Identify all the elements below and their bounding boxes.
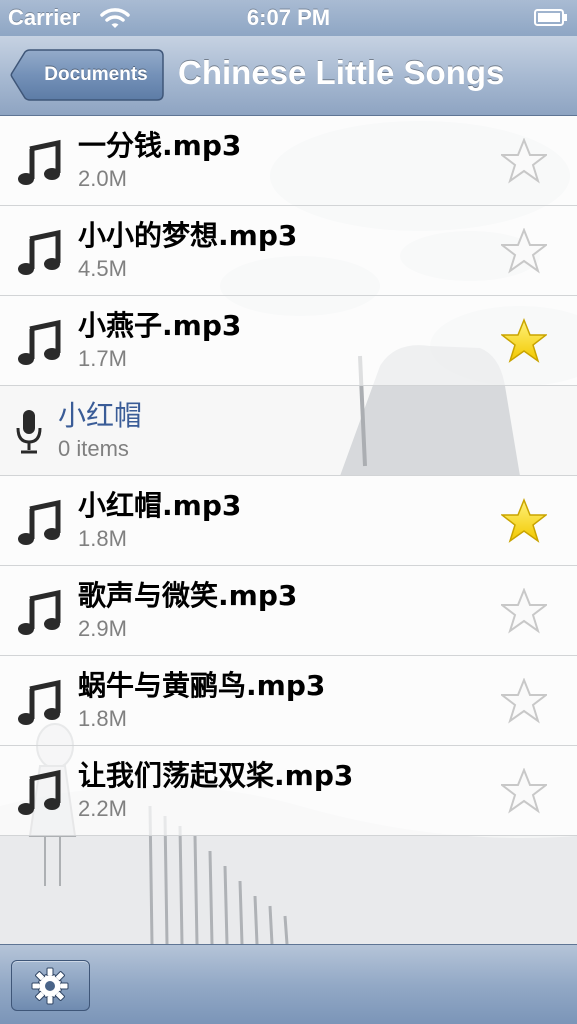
list-item[interactable]: 一分钱.mp3 2.0M	[0, 116, 577, 206]
list-item[interactable]: 小小的梦想.mp3 4.5M	[0, 206, 577, 296]
file-name: 让我们荡起双桨.mp3	[78, 759, 354, 792]
list-item[interactable]: 歌声与微笑.mp3 2.9M	[0, 566, 577, 656]
file-size: 2.9M	[78, 616, 127, 641]
list-item[interactable]: 小燕子.mp3 1.7M	[0, 296, 577, 386]
file-size: 1.8M	[78, 706, 127, 731]
star-outline-icon[interactable]	[501, 768, 547, 814]
music-note-icon	[18, 769, 61, 815]
battery-icon	[534, 9, 567, 26]
file-size: 2.2M	[78, 796, 127, 821]
list-item[interactable]: 蜗牛与黄鹂鸟.mp3 1.8M	[0, 656, 577, 746]
file-name: 歌声与微笑.mp3	[78, 579, 298, 612]
music-note-icon	[18, 589, 61, 635]
music-note-icon	[18, 229, 61, 275]
list-item[interactable]: 小红帽.mp3 1.8M	[0, 476, 577, 566]
folder-name: 小红帽	[58, 399, 143, 432]
gear-icon	[31, 967, 69, 1005]
star-filled-icon[interactable]	[501, 498, 547, 544]
file-name: 小红帽.mp3	[78, 489, 242, 522]
back-button-label: Documents	[44, 64, 148, 85]
file-list-area[interactable]: 一分钱.mp3 2.0M 小小的梦想.mp3 4.5M 小燕子.mp3 1.7M…	[0, 116, 577, 944]
star-outline-icon[interactable]	[501, 138, 547, 184]
list-item[interactable]: 让我们荡起双桨.mp3 2.2M	[0, 746, 577, 836]
file-name: 小小的梦想.mp3	[78, 219, 298, 252]
file-size: 1.8M	[78, 526, 127, 551]
page-title: Chinese Little Songs	[178, 54, 505, 91]
file-name: 小燕子.mp3	[78, 309, 242, 342]
status-bar: Carrier 6:07 PM	[0, 0, 577, 36]
navigation-bar: Documents Chinese Little Songs	[0, 36, 577, 116]
star-outline-icon[interactable]	[501, 678, 547, 724]
microphone-icon	[16, 410, 42, 454]
file-list: 一分钱.mp3 2.0M 小小的梦想.mp3 4.5M 小燕子.mp3 1.7M…	[0, 116, 577, 836]
settings-button[interactable]	[11, 960, 90, 1011]
file-size: 2.0M	[78, 166, 127, 191]
star-outline-icon[interactable]	[501, 228, 547, 274]
file-name: 蜗牛与黄鹂鸟.mp3	[78, 669, 326, 702]
music-note-icon	[18, 499, 61, 545]
star-outline-icon[interactable]	[501, 588, 547, 634]
star-filled-icon[interactable]	[501, 318, 547, 364]
file-size: 4.5M	[78, 256, 127, 281]
back-button-documents[interactable]: Documents	[10, 49, 164, 101]
file-size: 1.7M	[78, 346, 127, 371]
status-time: 6:07 PM	[246, 5, 331, 30]
file-name: 一分钱.mp3	[78, 129, 242, 162]
folder-item[interactable]: 小红帽 0 items	[0, 386, 577, 476]
folder-item-count: 0 items	[58, 436, 129, 461]
music-note-icon	[18, 319, 61, 365]
music-note-icon	[18, 679, 61, 725]
music-note-icon	[18, 139, 61, 185]
bottom-toolbar	[0, 944, 577, 1024]
